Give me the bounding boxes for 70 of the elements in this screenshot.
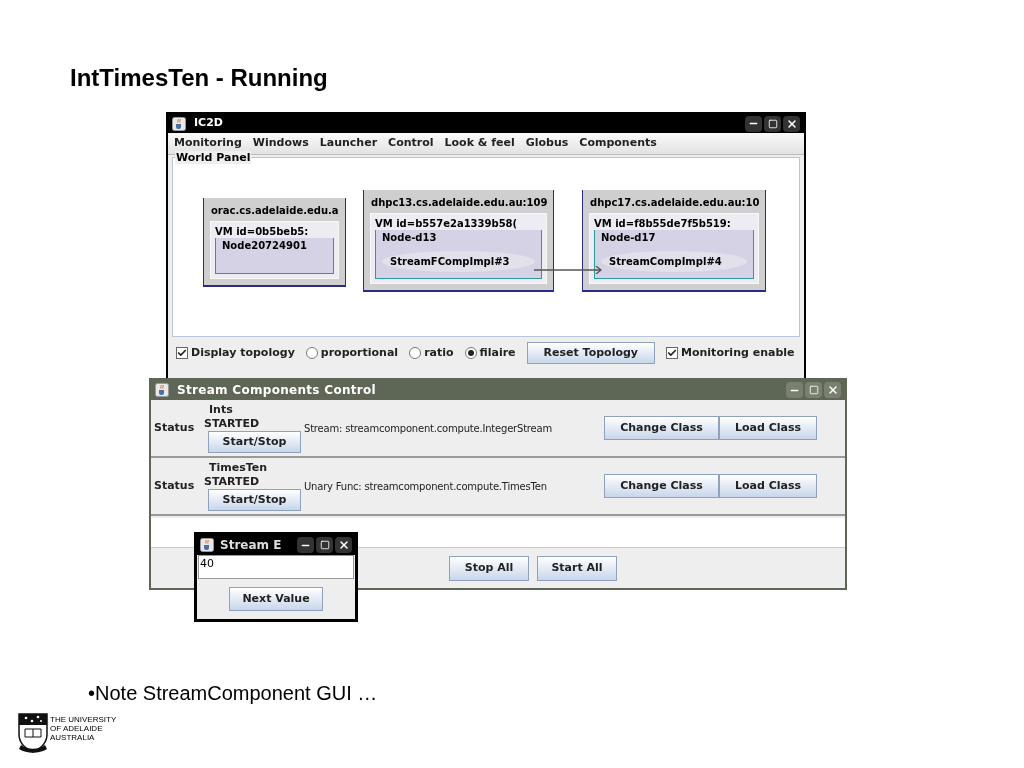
- class-button[interactable]: Load Class: [719, 416, 817, 440]
- close-icon: [337, 539, 350, 551]
- radio-button[interactable]: [409, 347, 422, 359]
- stream-state: STARTED: [204, 475, 261, 489]
- maximize-button[interactable]: [316, 537, 333, 553]
- stream-description: Stream: streamcomponent.compute.IntegerStream: [304, 421, 553, 436]
- menu-item[interactable]: Globus: [525, 135, 569, 152]
- maximize-icon: [319, 540, 330, 550]
- value-field[interactable]: 40: [198, 555, 354, 579]
- host-name: dhpc17.cs.adelaide.edu.au:10: [589, 196, 760, 210]
- cup-icon: [172, 116, 186, 131]
- university-name: THE UNIVERSITY: [50, 715, 117, 724]
- checkbox-label: Monitoring enable: [681, 344, 795, 361]
- menu-item[interactable]: Windows: [252, 135, 309, 152]
- maximize-icon: [808, 385, 819, 395]
- next-value-button[interactable]: Next Value: [229, 587, 323, 611]
- stream-all-button[interactable]: Start All: [537, 555, 617, 581]
- radio-button[interactable]: [464, 347, 477, 359]
- note-text: •Note StreamComponent GUI …: [88, 681, 378, 706]
- radio-label: ratio: [424, 344, 454, 361]
- radio-label: proportional: [320, 344, 399, 361]
- minimize-button[interactable]: [745, 115, 762, 132]
- vm-id: VM id=0b5beb5:: [215, 225, 309, 239]
- window-title: IC2D: [194, 115, 223, 132]
- menu-item[interactable]: Components: [579, 135, 657, 152]
- slide-title: IntTimesTen - Running: [70, 63, 328, 93]
- stream-all-button[interactable]: Stop All: [449, 555, 529, 581]
- class-button[interactable]: Load Class: [719, 474, 817, 498]
- radio-label: filaire: [479, 344, 516, 361]
- close-button[interactable]: [335, 537, 352, 553]
- university-name: AUSTRALIA: [50, 733, 96, 743]
- checkbox[interactable]: [666, 347, 678, 359]
- window-title: Stream Components Control: [177, 382, 376, 399]
- menu-item[interactable]: Monitoring: [174, 135, 242, 152]
- status-label: Status: [154, 477, 196, 494]
- connection-arrow: [534, 266, 604, 274]
- menu-item[interactable]: Launcher: [319, 135, 378, 152]
- status-label: Status: [154, 419, 196, 436]
- cup-icon: [200, 538, 214, 552]
- menu-item[interactable]: Look & feel: [444, 135, 515, 152]
- stream-description: Unary Func: streamcomponent.compute.TimesTen: [304, 479, 548, 494]
- maximize-button[interactable]: [764, 115, 781, 132]
- stream-state: STARTED: [204, 417, 261, 431]
- host-name: orac.cs.adelaide.edu.a: [210, 204, 339, 218]
- checkbox-label: Display topology: [191, 344, 295, 361]
- maximize-icon: [767, 118, 778, 129]
- panel-title: World Panel: [175, 151, 252, 164]
- vm-id: VM id=b557e2a1339b58(: [375, 217, 518, 231]
- window-title: Stream E: [220, 537, 282, 554]
- stream-name: Ints: [208, 403, 234, 417]
- close-button[interactable]: [783, 115, 800, 132]
- checkbox[interactable]: [176, 347, 188, 359]
- university-name: OF ADELAIDE: [50, 724, 104, 733]
- vm-id: VM id=f8b55de7f5b519:: [594, 217, 731, 231]
- start-stop-button[interactable]: Start/Stop: [208, 489, 301, 511]
- stream-name: TimesTen: [208, 461, 269, 475]
- component-ellipse[interactable]: StreamFCompImpl#3: [382, 251, 536, 272]
- close-icon: [785, 117, 798, 130]
- shield-logo-icon: [18, 713, 48, 753]
- reset-topology-button[interactable]: Reset Topology: [526, 342, 655, 364]
- component-ellipse[interactable]: StreamCompImpl#4: [601, 251, 748, 272]
- menu-item[interactable]: Control: [388, 135, 434, 152]
- minimize-button[interactable]: [297, 537, 314, 553]
- class-button[interactable]: Change Class: [604, 474, 719, 498]
- radio-button[interactable]: [305, 347, 318, 359]
- start-stop-button[interactable]: Start/Stop: [208, 431, 301, 453]
- close-icon: [826, 384, 839, 396]
- class-button[interactable]: Change Class: [604, 416, 719, 440]
- cup-icon: [155, 383, 169, 397]
- host-name: dhpc13.cs.adelaide.edu.au:109: [370, 196, 548, 210]
